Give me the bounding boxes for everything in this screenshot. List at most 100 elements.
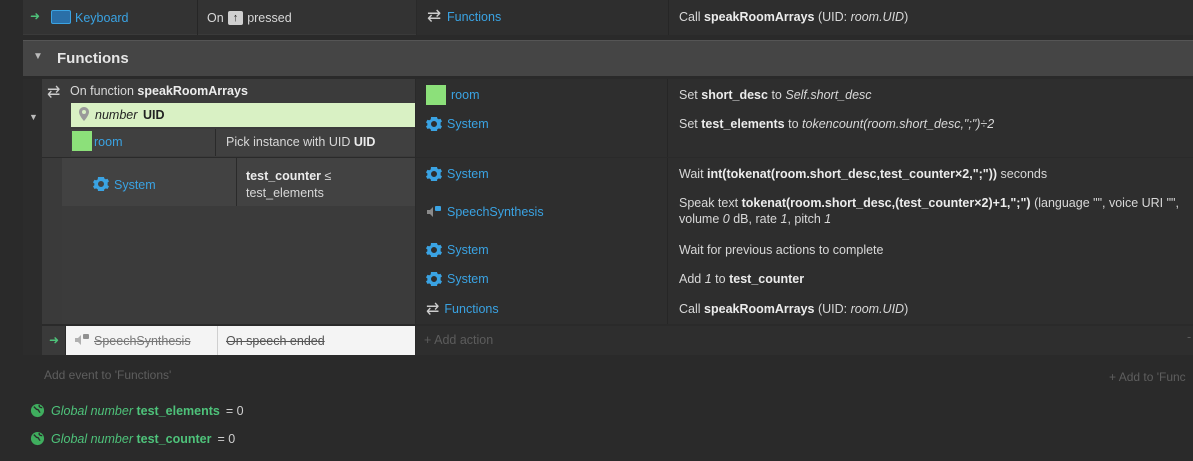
function-loop-icon: ⇄: [47, 84, 61, 101]
action-call-function[interactable]: Call speakRoomArrays (UID: room.UID): [679, 10, 908, 24]
action-set-short-desc[interactable]: room Set short_desc to Self.short_desc: [416, 84, 1193, 106]
speaker-icon: [426, 204, 442, 220]
global-variable-test-counter[interactable]: Global number test_counter = 0: [30, 431, 235, 446]
speech-condition[interactable]: SpeechSynthesis On speech ended: [66, 326, 415, 355]
global-prefix: Global number: [51, 431, 133, 446]
action-param: room.UID: [850, 10, 905, 24]
global-value: = 0: [217, 431, 236, 446]
action-expr: int(tokenat(room.short_desc,test_counter…: [707, 167, 998, 181]
gear-icon: [93, 176, 109, 192]
function-parameter[interactable]: number UID: [71, 103, 415, 127]
room-swatch-icon: [426, 85, 446, 105]
rate-label: dB, rate: [733, 212, 777, 226]
speech-condition-object[interactable]: SpeechSynthesis: [94, 334, 191, 348]
action-object[interactable]: SpeechSynthesis: [447, 205, 544, 219]
action-param: room.UID: [850, 302, 905, 316]
function-signature: On function speakRoomArrays: [70, 84, 248, 98]
condition-suffix: pressed: [247, 11, 292, 25]
loop-indent: [42, 158, 62, 324]
action-wait[interactable]: System Wait int(tokenat(room.short_desc,…: [416, 164, 1193, 184]
pitch-value: 1: [824, 212, 832, 226]
pick-text: Pick instance with UID UID: [226, 135, 375, 149]
group-header[interactable]: ▼ Functions: [23, 40, 1193, 76]
parameter-type: number: [95, 108, 138, 122]
speaker-icon: [74, 332, 90, 348]
gear-icon: [426, 116, 442, 132]
more-indicator: -: [1187, 330, 1192, 344]
add-action-label: Add action: [434, 333, 494, 347]
action-suffix: (language "", voice URI "",: [1034, 196, 1179, 210]
keyboard-icon: [51, 10, 71, 24]
function-prefix: On function: [70, 84, 134, 98]
action-object[interactable]: Functions: [444, 302, 498, 316]
gear-icon: [426, 166, 442, 182]
action-mid: to: [771, 88, 782, 102]
global-value: = 0: [225, 403, 244, 418]
condition-on-key-pressed[interactable]: On ↑ pressed: [207, 8, 292, 28]
function-name: speakRoomArrays: [137, 84, 248, 98]
speech-actions-bg: [416, 326, 1193, 355]
loop-condition-object[interactable]: System: [114, 178, 156, 192]
global-variable-test-elements[interactable]: Global number test_elements = 0: [30, 403, 244, 418]
add-action-button[interactable]: + Add action: [424, 333, 493, 347]
action-object[interactable]: System: [447, 117, 489, 131]
pick-label: Pick instance with UID: [226, 135, 351, 149]
pick-divider: [215, 129, 216, 156]
condition-object-keyboard[interactable]: Keyboard: [75, 11, 129, 25]
action-target: short_desc: [701, 88, 768, 102]
loop-event[interactable]: System test_counter ≤ test_elements Syst…: [42, 158, 1193, 324]
action-object[interactable]: room: [451, 88, 479, 102]
collapse-triangle-icon[interactable]: ▼: [33, 51, 43, 62]
top-event[interactable]: ➜ Keyboard On ↑ pressed ⇄ Functions Call…: [23, 0, 1193, 35]
action-amount: 1: [704, 272, 712, 286]
add-to-label: Add to 'Func: [1118, 370, 1186, 384]
action-object[interactable]: System: [447, 167, 489, 181]
action-mid: to: [788, 117, 799, 131]
gear-icon: [426, 271, 442, 287]
condition-value: test_elements: [246, 186, 324, 200]
action-set-test-elements[interactable]: System Set test_elements to tokencount(r…: [416, 113, 1193, 135]
action-open: (UID:: [814, 10, 851, 24]
pick-object-room[interactable]: room: [94, 135, 122, 149]
pitch-label: , pitch: [787, 212, 821, 226]
action-function-name: speakRoomArrays: [704, 10, 815, 24]
action-prefix: Wait: [679, 167, 704, 181]
plus-icon: +: [1109, 370, 1117, 384]
action-object[interactable]: System: [447, 272, 489, 286]
loop-condition-divider: [236, 158, 237, 206]
speech-condition-text: On speech ended: [226, 334, 325, 348]
function-event[interactable]: ⇄ On function speakRoomArrays number UID…: [42, 79, 1193, 157]
functions-icon: ⇄: [427, 6, 442, 25]
action-expr: tokenat(room.short_desc,(test_counter×2)…: [741, 196, 1031, 210]
global-name: test_counter: [136, 431, 212, 446]
action-prefix: Speak text: [679, 196, 739, 210]
action-open: (UID:: [814, 302, 851, 316]
action-prefix: Call: [679, 10, 701, 24]
speech-event[interactable]: ➜ SpeechSynthesis On speech ended + Add …: [42, 326, 1193, 355]
action-object[interactable]: System: [447, 243, 489, 257]
global-prefix: Global number: [51, 403, 133, 418]
add-event-link[interactable]: Add event to 'Functions': [44, 368, 171, 382]
globe-icon: [30, 403, 45, 418]
action-add-counter[interactable]: System Add 1 to test_counter: [416, 269, 1193, 289]
global-name: test_elements: [136, 403, 220, 418]
pick-condition[interactable]: room Pick instance with UID UID: [71, 129, 415, 156]
action-suffix: seconds: [1000, 167, 1048, 181]
action-object-functions[interactable]: Functions: [447, 10, 501, 24]
room-swatch-icon: [72, 131, 92, 151]
action-wait-previous[interactable]: System Wait for previous actions to comp…: [416, 240, 1193, 260]
group-title: Functions: [57, 50, 129, 67]
action-target: test_elements: [701, 117, 785, 131]
trigger-arrow-icon: ➜: [30, 9, 41, 23]
action-call-function[interactable]: ⇄ Functions Call speakRoomArrays (UID: ro…: [416, 299, 1193, 319]
add-to-functions-button[interactable]: + Add to 'Func: [1109, 370, 1186, 384]
action-speak-text[interactable]: SpeechSynthesis Speak text tokenat(room.…: [416, 192, 1193, 232]
action-prefix: Call: [679, 302, 701, 316]
action-text: Wait for previous actions to complete: [679, 243, 884, 257]
action-divider: [668, 0, 669, 35]
action-function-name: speakRoomArrays: [704, 302, 815, 316]
volume-value: 0: [722, 212, 730, 226]
action-prefix: Add: [679, 272, 702, 286]
location-pin-icon: [79, 107, 89, 121]
event-collapse-triangle-icon[interactable]: ▼: [29, 112, 38, 122]
